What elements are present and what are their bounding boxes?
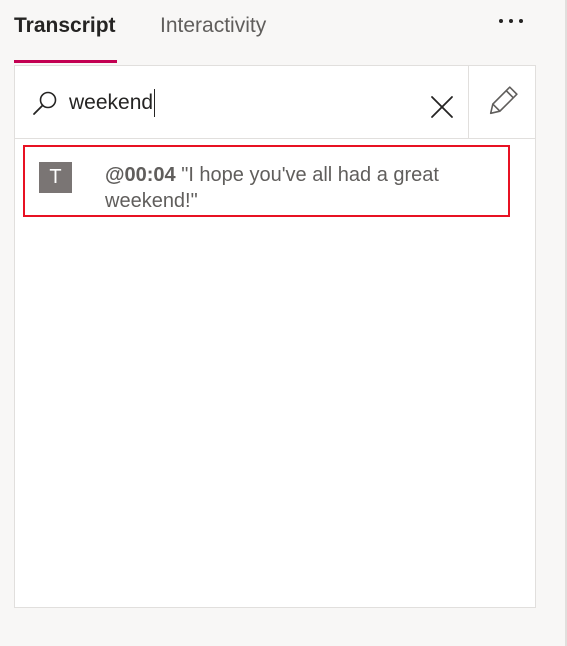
- ellipsis-icon-dot: [509, 19, 513, 23]
- result-text: @00:04 "I hope you've all had a great we…: [105, 162, 495, 214]
- search-bar: [15, 66, 535, 139]
- ellipsis-icon-dot: [499, 19, 503, 23]
- tab-interactivity[interactable]: Interactivity: [160, 12, 266, 40]
- transcript-type-badge: T: [39, 162, 72, 193]
- search-input[interactable]: [69, 86, 419, 120]
- clear-search-button[interactable]: [427, 92, 457, 122]
- result-timestamp[interactable]: @00:04: [105, 164, 176, 186]
- transcript-panel: T @00:04 "I hope you've all had a great …: [14, 65, 536, 608]
- more-options-button[interactable]: [490, 6, 532, 36]
- pencil-icon: [489, 86, 518, 115]
- close-icon: [431, 96, 453, 118]
- transcript-result-item[interactable]: T @00:04 "I hope you've all had a great …: [23, 145, 510, 217]
- search-divider: [468, 66, 469, 138]
- tab-transcript[interactable]: Transcript: [14, 12, 116, 40]
- active-tab-indicator: [14, 60, 117, 63]
- search-icon: [31, 90, 59, 118]
- edit-transcript-button[interactable]: [485, 86, 519, 118]
- ellipsis-icon-dot: [519, 19, 523, 23]
- text-caret: [154, 89, 156, 117]
